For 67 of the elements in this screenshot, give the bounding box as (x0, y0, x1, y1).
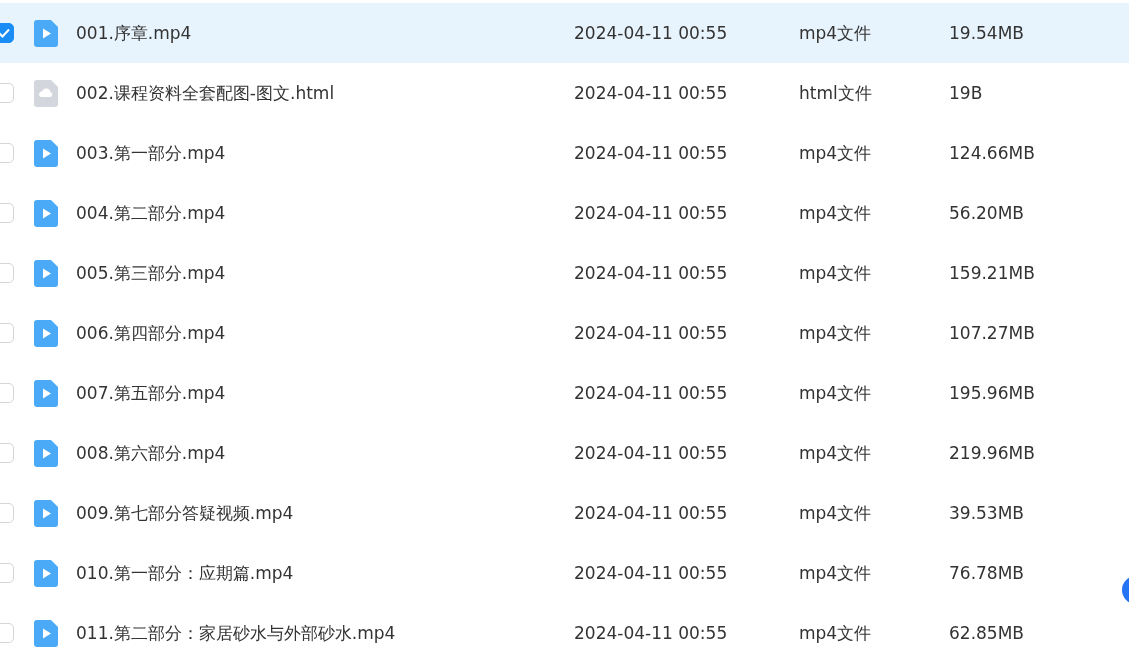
video-file-icon (34, 379, 58, 407)
video-file-icon (34, 19, 58, 47)
file-type: mp4文件 (799, 502, 872, 523)
file-row[interactable]: 007.第五部分.mp4 2024-04-11 00:55 mp4文件 195.96MB (0, 363, 1129, 423)
video-file-icon (34, 499, 58, 527)
cloud-file-icon (34, 79, 58, 107)
file-size: 107.27MB (949, 323, 1035, 343)
modified-date: 2024-04-11 00:55 (574, 623, 728, 643)
file-type: mp4文件 (799, 142, 872, 163)
checkbox[interactable] (0, 23, 14, 43)
file-name: 010.第一部分：应期篇.mp4 (76, 562, 294, 583)
file-row[interactable]: 001.序章.mp4 2024-04-11 00:55 mp4文件 19.54MB (0, 3, 1129, 63)
file-type: mp4文件 (799, 322, 872, 343)
video-file-icon (34, 139, 58, 167)
file-size: 219.96MB (949, 443, 1035, 463)
modified-date: 2024-04-11 00:55 (574, 203, 728, 223)
video-file-icon (34, 439, 58, 467)
file-row[interactable]: 008.第六部分.mp4 2024-04-11 00:55 mp4文件 219.96MB (0, 423, 1129, 483)
modified-date: 2024-04-11 00:55 (574, 23, 728, 43)
file-row[interactable]: 003.第一部分.mp4 2024-04-11 00:55 mp4文件 124.66MB (0, 123, 1129, 183)
file-name: 002.课程资料全套配图-图文.html (76, 82, 335, 103)
modified-date: 2024-04-11 00:55 (574, 323, 728, 343)
modified-date: 2024-04-11 00:55 (574, 383, 728, 403)
video-file-icon (34, 619, 58, 647)
file-size: 56.20MB (949, 203, 1024, 223)
modified-date: 2024-04-11 00:55 (574, 503, 728, 523)
file-name: 003.第一部分.mp4 (76, 142, 226, 163)
file-name: 006.第四部分.mp4 (76, 322, 226, 343)
file-size: 19.54MB (949, 23, 1024, 43)
modified-date: 2024-04-11 00:55 (574, 563, 728, 583)
file-size: 62.85MB (949, 623, 1024, 643)
modified-date: 2024-04-11 00:55 (574, 143, 728, 163)
file-name: 004.第二部分.mp4 (76, 202, 226, 223)
file-type: mp4文件 (799, 22, 872, 43)
file-name: 001.序章.mp4 (76, 22, 192, 43)
file-row[interactable]: 002.课程资料全套配图-图文.html 2024-04-11 00:55 html文件 19B (0, 63, 1129, 123)
file-name: 009.第七部分答疑视频.mp4 (76, 502, 294, 523)
file-name: 011.第二部分：家居砂水与外部砂水.mp4 (76, 622, 396, 643)
file-size: 124.66MB (949, 143, 1035, 163)
file-row[interactable]: 010.第一部分：应期篇.mp4 2024-04-11 00:55 mp4文件 76.78MB (0, 543, 1129, 603)
file-type: mp4文件 (799, 262, 872, 283)
video-file-icon (34, 199, 58, 227)
file-name: 008.第六部分.mp4 (76, 442, 226, 463)
file-type: mp4文件 (799, 562, 872, 583)
file-size: 76.78MB (949, 563, 1024, 583)
file-row[interactable]: 009.第七部分答疑视频.mp4 2024-04-11 00:55 mp4文件 39.53MB (0, 483, 1129, 543)
video-file-icon (34, 319, 58, 347)
file-size: 195.96MB (949, 383, 1035, 403)
file-row[interactable]: 006.第四部分.mp4 2024-04-11 00:55 mp4文件 107.27MB (0, 303, 1129, 363)
file-type: mp4文件 (799, 622, 872, 643)
file-type: mp4文件 (799, 202, 872, 223)
file-type: html文件 (799, 82, 872, 103)
file-row[interactable]: 004.第二部分.mp4 2024-04-11 00:55 mp4文件 56.20MB (0, 183, 1129, 243)
file-name: 007.第五部分.mp4 (76, 382, 226, 403)
file-size: 39.53MB (949, 503, 1024, 523)
video-file-icon (34, 259, 58, 287)
modified-date: 2024-04-11 00:55 (574, 443, 728, 463)
file-type: mp4文件 (799, 382, 872, 403)
file-size: 19B (949, 83, 983, 103)
modified-date: 2024-04-11 00:55 (574, 83, 728, 103)
video-file-icon (34, 559, 58, 587)
file-row[interactable]: 005.第三部分.mp4 2024-04-11 00:55 mp4文件 159.21MB (0, 243, 1129, 303)
file-row[interactable]: 011.第二部分：家居砂水与外部砂水.mp4 2024-04-11 00:55 mp4文件 62.85MB (0, 603, 1129, 661)
file-type: mp4文件 (799, 442, 872, 463)
file-name: 005.第三部分.mp4 (76, 262, 226, 283)
modified-date: 2024-04-11 00:55 (574, 263, 728, 283)
file-size: 159.21MB (949, 263, 1035, 283)
